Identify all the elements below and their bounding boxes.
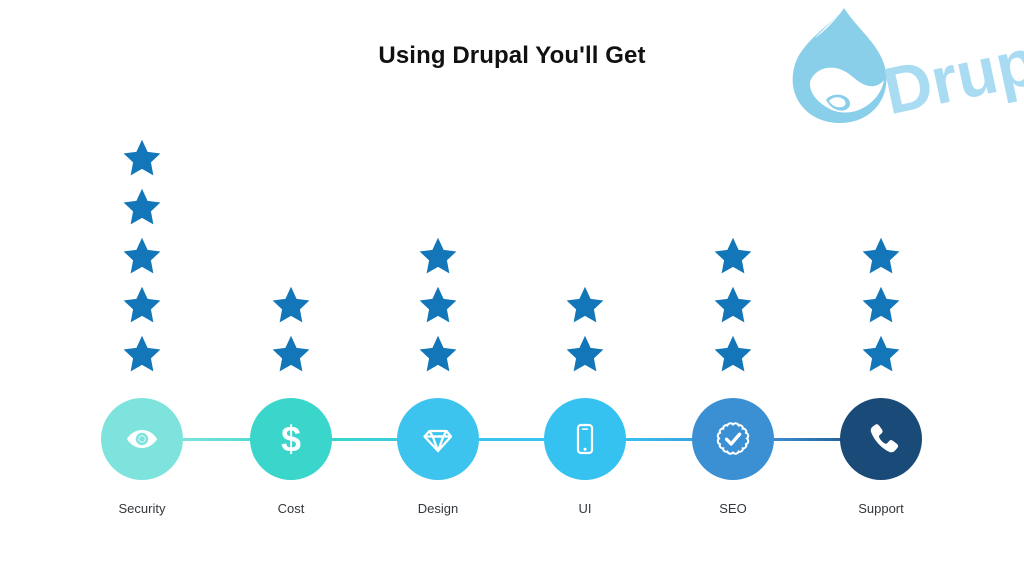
star-icon: [123, 188, 161, 225]
dollar-sign-icon: $: [281, 420, 301, 460]
feature-label-support: Support: [858, 501, 904, 516]
star-rating-grid: [0, 110, 1024, 375]
star-icon: [123, 237, 161, 274]
star-icon: [862, 237, 900, 274]
feature-label-security: Security: [118, 501, 166, 516]
feature-node-cost[interactable]: $: [250, 398, 332, 480]
star-icon: [123, 335, 161, 372]
star-icon: [714, 286, 752, 323]
star-column-support: [851, 235, 911, 375]
feature-node-ui[interactable]: [544, 398, 626, 480]
star-icon: [566, 335, 604, 372]
star-column-design: [408, 235, 468, 375]
star-icon: [272, 286, 310, 323]
star-column-security: [112, 137, 172, 375]
diamond-icon: [423, 429, 453, 453]
star-icon: [566, 286, 604, 323]
star-icon: [862, 335, 900, 372]
feature-node-row: $: [0, 398, 1024, 482]
star-icon: [419, 237, 457, 274]
feature-label-design: Design: [417, 501, 459, 516]
star-icon: [419, 335, 457, 372]
star-icon: [862, 286, 900, 323]
slide-canvas: Using Drupal You'll Get Drupal $ Securit…: [0, 0, 1024, 576]
star-icon: [123, 286, 161, 323]
star-icon: [714, 335, 752, 372]
star-column-seo: [703, 235, 763, 375]
star-column-cost: [261, 284, 321, 375]
feature-label-cost: Cost: [277, 501, 305, 516]
feature-node-seo[interactable]: [692, 398, 774, 480]
star-icon: [123, 139, 161, 176]
mobile-phone-icon: [576, 423, 594, 455]
page-title: Using Drupal You'll Get: [378, 42, 646, 69]
feature-node-security[interactable]: [101, 398, 183, 480]
phone-handset-icon: [870, 424, 899, 453]
feature-node-design[interactable]: [397, 398, 479, 480]
svg-text:$: $: [281, 420, 301, 460]
feature-label-row: Security Cost Design UI SEO Support: [0, 501, 1024, 523]
feature-label-ui: UI: [578, 501, 592, 516]
feature-node-support[interactable]: [840, 398, 922, 480]
feature-label-seo: SEO: [719, 501, 747, 516]
star-icon: [714, 237, 752, 274]
star-icon: [272, 335, 310, 372]
star-icon: [419, 286, 457, 323]
star-column-ui: [555, 284, 615, 375]
eye-icon: [127, 430, 157, 448]
verified-badge-check-icon: [716, 422, 750, 455]
